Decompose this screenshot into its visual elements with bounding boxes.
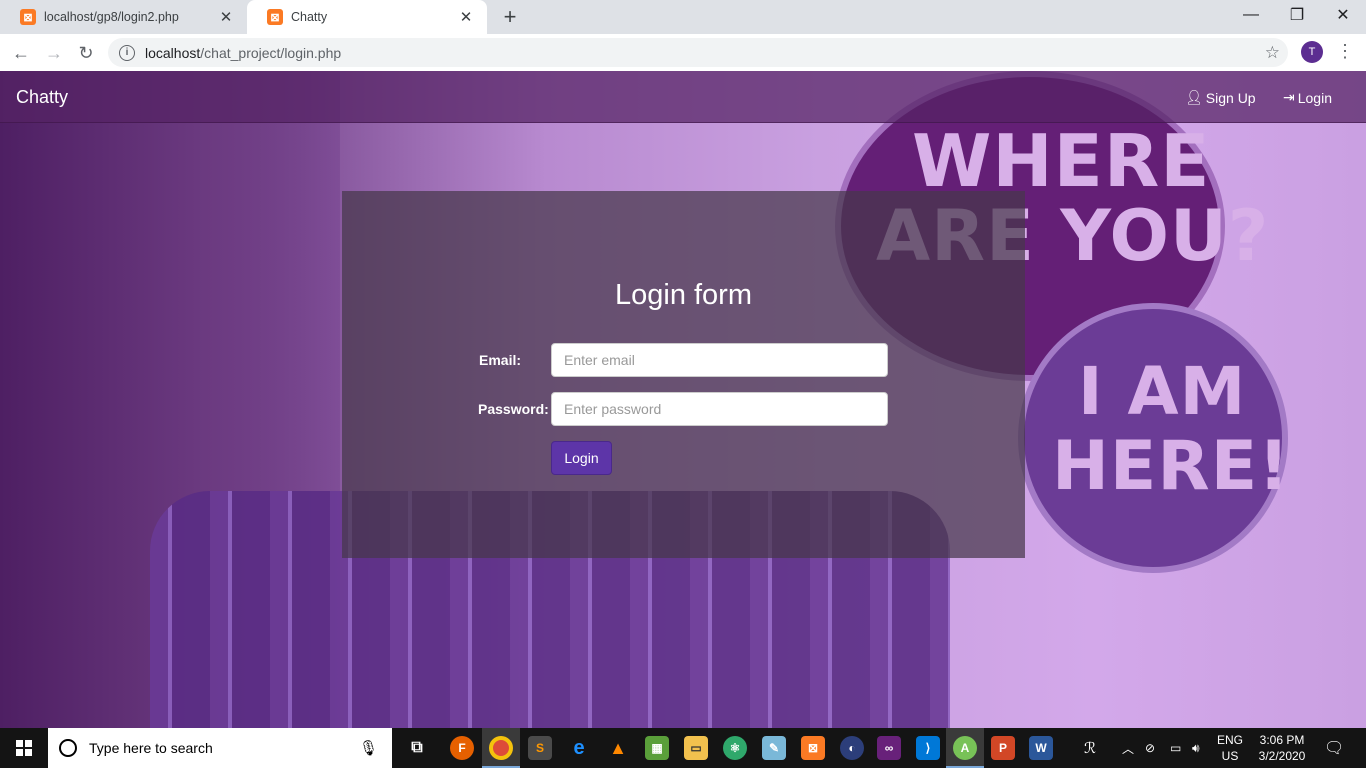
firefox-icon[interactable]: F bbox=[450, 736, 474, 760]
address-bar[interactable]: i localhost /chat_project/login.php ☆ bbox=[108, 38, 1288, 67]
xampp-icon[interactable]: ⊠ bbox=[801, 736, 825, 760]
volume-icon[interactable]: 🔊︎ bbox=[1192, 728, 1200, 768]
bookmark-star-icon[interactable]: ☆ bbox=[1265, 43, 1280, 63]
menu-kebab-icon[interactable]: ⋮ bbox=[1336, 41, 1354, 62]
page-viewport: WHERE ARE YOU? I AM HERE! Chatty 👤︎ Sign… bbox=[0, 71, 1366, 728]
notifications-icon[interactable]: 🗨︎ bbox=[1324, 728, 1344, 768]
tab-chatty[interactable]: ⊠ Chatty ✕ bbox=[247, 0, 487, 34]
new-tab-icon[interactable]: + bbox=[498, 4, 522, 30]
bubble-text-i-am: I AM bbox=[1078, 353, 1247, 430]
page-title: Login form bbox=[614, 279, 752, 311]
vscode-icon[interactable]: ⟩ bbox=[916, 736, 940, 760]
start-button[interactable] bbox=[0, 728, 48, 768]
system-clock[interactable]: 3:06 PM 3/2/2020 bbox=[1250, 732, 1314, 764]
lang-line2: US bbox=[1221, 749, 1239, 763]
user-icon: 👤︎ bbox=[1185, 89, 1203, 105]
lang-line1: ENG bbox=[1216, 733, 1243, 747]
battery-icon[interactable]: ▭ bbox=[1170, 728, 1181, 768]
clock-date: 3/2/2020 bbox=[1258, 749, 1306, 763]
eclipse-icon[interactable]: ◐ bbox=[840, 736, 864, 760]
brand-link[interactable]: Chatty bbox=[16, 87, 68, 108]
minimize-icon[interactable]: — bbox=[1228, 0, 1274, 30]
password-field[interactable] bbox=[551, 392, 888, 426]
edge-icon[interactable]: e bbox=[567, 736, 591, 760]
login-icon: ⇥ bbox=[1283, 89, 1295, 105]
maximize-icon[interactable]: ❐ bbox=[1274, 0, 1320, 30]
close-icon[interactable]: ✕ bbox=[217, 8, 235, 26]
notepad-icon[interactable]: ✎ bbox=[762, 736, 786, 760]
xampp-favicon-icon: ⊠ bbox=[267, 9, 283, 25]
windows-taskbar: Type here to search 🎙︎ ⧉ F S e ▲ ▦ ▭ ⚛ ✎… bbox=[0, 728, 1366, 768]
info-icon[interactable]: i bbox=[119, 44, 135, 61]
reload-icon[interactable]: ↻ bbox=[73, 40, 99, 66]
search-placeholder: Type here to search bbox=[89, 740, 213, 756]
file-explorer-icon[interactable]: ▭ bbox=[684, 736, 708, 760]
people-icon[interactable]: ℛ bbox=[1084, 728, 1096, 768]
back-arrow-icon[interactable]: ← bbox=[8, 40, 34, 66]
url-path: /chat_project/login.php bbox=[200, 44, 342, 61]
task-view-icon[interactable]: ⧉ bbox=[405, 736, 429, 760]
charts-app-icon[interactable]: ▦ bbox=[645, 736, 669, 760]
cortana-icon bbox=[59, 739, 77, 757]
password-label: Password: bbox=[478, 401, 549, 417]
profile-avatar[interactable]: T bbox=[1301, 41, 1323, 63]
login-button[interactable]: Login bbox=[551, 441, 612, 475]
email-label: Email: bbox=[479, 352, 522, 368]
chevron-up-icon[interactable]: ︿ bbox=[1122, 728, 1134, 768]
microphone-icon[interactable]: 🎙︎ bbox=[359, 739, 378, 757]
input-language[interactable]: ENG US bbox=[1214, 732, 1246, 764]
atom-icon[interactable]: ⚛ bbox=[723, 736, 747, 760]
android-studio-icon[interactable]: A bbox=[953, 736, 977, 760]
powerpoint-icon[interactable]: P bbox=[991, 736, 1015, 760]
chrome-icon[interactable] bbox=[489, 736, 513, 760]
close-icon[interactable]: ✕ bbox=[457, 8, 475, 26]
windows-logo-icon bbox=[16, 740, 32, 756]
tab-title: Chatty bbox=[291, 10, 328, 24]
sublime-text-icon[interactable]: S bbox=[528, 736, 552, 760]
login-link[interactable]: ⇥ Login bbox=[1283, 89, 1332, 106]
word-icon[interactable]: W bbox=[1029, 736, 1053, 760]
forward-arrow-icon[interactable]: → bbox=[41, 40, 67, 66]
email-field[interactable] bbox=[551, 343, 888, 377]
visual-studio-icon[interactable]: ∞ bbox=[877, 736, 901, 760]
browser-toolbar: ← → ↻ i localhost /chat_project/login.ph… bbox=[0, 34, 1366, 71]
taskbar-search[interactable]: Type here to search 🎙︎ bbox=[48, 728, 392, 768]
browser-tabstrip: ⊠ localhost/gp8/login2.php ✕ ⊠ Chatty ✕ … bbox=[0, 0, 1366, 34]
clock-time: 3:06 PM bbox=[1259, 733, 1305, 747]
bubble-text-here: HERE! bbox=[1052, 427, 1291, 506]
signup-link[interactable]: 👤︎ Sign Up bbox=[1185, 89, 1256, 106]
tab-title: localhost/gp8/login2.php bbox=[44, 10, 179, 24]
tab-login2[interactable]: ⊠ localhost/gp8/login2.php ✕ bbox=[0, 0, 247, 34]
xampp-favicon-icon: ⊠ bbox=[20, 9, 36, 25]
login-label: Login bbox=[1297, 89, 1332, 106]
wifi-off-icon[interactable]: ⊘ bbox=[1145, 728, 1155, 768]
vlc-icon[interactable]: ▲ bbox=[606, 736, 630, 760]
signup-label: Sign Up bbox=[1205, 89, 1256, 106]
site-navbar: Chatty 👤︎ Sign Up ⇥ Login bbox=[0, 71, 1366, 123]
url-host: localhost bbox=[145, 44, 201, 61]
close-window-icon[interactable]: ✕ bbox=[1320, 0, 1366, 30]
login-panel: Login form Email: Password: Login bbox=[342, 191, 1025, 558]
